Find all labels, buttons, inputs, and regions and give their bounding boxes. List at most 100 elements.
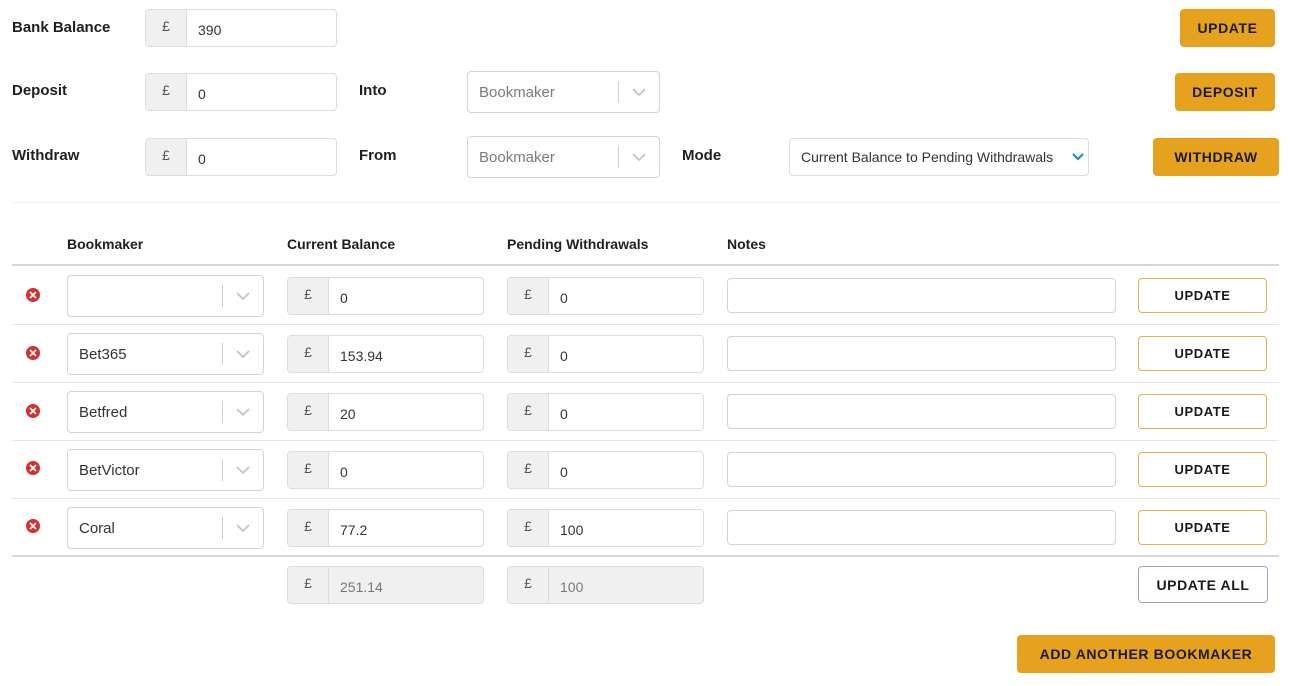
select-placeholder: Bookmaker: [479, 148, 555, 166]
row-current-balance-value[interactable]: 77.2: [329, 510, 483, 546]
currency-addon: £: [288, 336, 329, 372]
total-current-balance: £ 251.14: [287, 566, 484, 604]
row-current-balance-input[interactable]: £ 20: [287, 393, 484, 431]
chevron-down-icon[interactable]: [619, 152, 659, 162]
deposit-button[interactable]: DEPOSIT: [1175, 73, 1275, 111]
deposit-amount-value[interactable]: 0: [187, 74, 336, 110]
remove-circle-icon[interactable]: [26, 404, 40, 418]
currency-addon: £: [288, 452, 329, 488]
row-update-button[interactable]: UPDATE: [1138, 394, 1267, 429]
mode-selected-value: Current Balance to Pending Withdrawals: [801, 149, 1054, 165]
currency-addon: £: [508, 567, 549, 603]
row-pending-input[interactable]: £ 0: [507, 335, 704, 373]
remove-circle-icon[interactable]: [26, 346, 40, 360]
currency-addon: £: [508, 336, 549, 372]
currency-addon: £: [288, 567, 329, 603]
update-bank-button[interactable]: UPDATE: [1180, 9, 1275, 47]
row-divider: [12, 382, 1279, 383]
row-bookmaker-select[interactable]: Coral: [67, 507, 264, 549]
row-notes-input[interactable]: [727, 336, 1116, 371]
from-label: From: [359, 147, 397, 164]
withdraw-bookmaker-select[interactable]: Bookmaker: [467, 136, 660, 178]
row-current-balance-input[interactable]: £ 77.2: [287, 509, 484, 547]
col-header-pending-withdrawals: Pending Withdrawals: [507, 236, 649, 252]
chevron-down-icon[interactable]: [223, 523, 263, 533]
deposit-bookmaker-select[interactable]: Bookmaker: [467, 71, 660, 113]
currency-addon: £: [288, 394, 329, 430]
row-bookmaker-select[interactable]: BetVictor: [67, 449, 264, 491]
mode-label: Mode: [682, 147, 722, 164]
row-update-button[interactable]: UPDATE: [1138, 452, 1267, 487]
deposit-amount-input[interactable]: £ 0: [145, 73, 337, 111]
currency-addon: £: [288, 510, 329, 546]
row-bookmaker-select[interactable]: [67, 275, 264, 317]
row-bookmaker-value: BetVictor: [79, 461, 140, 479]
remove-circle-icon[interactable]: [26, 461, 40, 475]
row-bookmaker-select[interactable]: Bet365: [67, 333, 264, 375]
row-divider: [12, 440, 1279, 441]
row-notes-input[interactable]: [727, 452, 1116, 487]
row-current-balance-value[interactable]: 0: [329, 452, 483, 488]
row-current-balance-input[interactable]: £ 0: [287, 451, 484, 489]
withdraw-button[interactable]: WITHDRAW: [1153, 138, 1279, 176]
col-header-bookmaker: Bookmaker: [67, 236, 144, 252]
bank-balance-label: Bank Balance: [12, 19, 111, 36]
row-update-button[interactable]: UPDATE: [1138, 336, 1267, 371]
row-notes-input[interactable]: [727, 278, 1116, 313]
update-all-button[interactable]: UPDATE ALL: [1138, 566, 1268, 603]
header-divider: [12, 264, 1279, 266]
withdraw-amount-input[interactable]: £ 0: [145, 138, 337, 176]
withdraw-amount-value[interactable]: 0: [187, 139, 336, 175]
chevron-down-icon[interactable]: [223, 349, 263, 359]
chevron-down-icon[interactable]: [223, 465, 263, 475]
chevron-down-icon[interactable]: [619, 87, 659, 97]
col-header-notes: Notes: [727, 236, 766, 252]
currency-addon: £: [508, 278, 549, 314]
row-current-balance-input[interactable]: £ 0: [287, 277, 484, 315]
row-update-button[interactable]: UPDATE: [1138, 278, 1267, 313]
chevron-down-icon[interactable]: [223, 291, 263, 301]
row-pending-value[interactable]: 100: [549, 510, 703, 546]
row-pending-input[interactable]: £ 100: [507, 509, 704, 547]
deposit-label: Deposit: [12, 82, 68, 99]
total-current-balance-value: 251.14: [340, 578, 383, 595]
row-bookmaker-value: Betfred: [79, 403, 128, 421]
col-header-current-balance: Current Balance: [287, 236, 396, 252]
row-notes-input[interactable]: [727, 510, 1116, 545]
row-bookmaker-value: Bet365: [79, 345, 127, 363]
row-pending-input[interactable]: £ 0: [507, 393, 704, 431]
withdraw-label: Withdraw: [12, 147, 80, 164]
row-pending-input[interactable]: £ 0: [507, 451, 704, 489]
row-update-button[interactable]: UPDATE: [1138, 510, 1267, 545]
row-notes-input[interactable]: [727, 394, 1116, 429]
currency-addon: £: [146, 10, 187, 46]
row-current-balance-value[interactable]: 0: [329, 278, 483, 314]
currency-addon: £: [508, 510, 549, 546]
currency-addon: £: [146, 139, 187, 175]
row-divider: [12, 324, 1279, 325]
section-divider: [12, 202, 1279, 203]
totals-divider: [12, 555, 1279, 557]
row-pending-input[interactable]: £ 0: [507, 277, 704, 315]
row-current-balance-value[interactable]: 20: [329, 394, 483, 430]
row-bookmaker-value: Coral: [79, 519, 115, 537]
remove-circle-icon[interactable]: [26, 519, 40, 533]
total-pending: £ 100: [507, 566, 704, 604]
row-current-balance-input[interactable]: £ 153.94: [287, 335, 484, 373]
mode-select[interactable]: Current Balance to Pending Withdrawals: [789, 138, 1089, 176]
remove-circle-icon[interactable]: [26, 288, 40, 302]
into-label: Into: [359, 82, 387, 99]
currency-addon: £: [288, 278, 329, 314]
row-pending-value[interactable]: 0: [549, 394, 703, 430]
chevron-down-icon[interactable]: [223, 407, 263, 417]
row-current-balance-value[interactable]: 153.94: [329, 336, 483, 372]
chevron-down-icon[interactable]: [1072, 153, 1084, 161]
row-pending-value[interactable]: 0: [549, 278, 703, 314]
bank-balance-input[interactable]: £ 390: [145, 9, 337, 47]
row-pending-value[interactable]: 0: [549, 336, 703, 372]
add-another-bookmaker-button[interactable]: ADD ANOTHER BOOKMAKER: [1017, 635, 1275, 673]
row-pending-value[interactable]: 0: [549, 452, 703, 488]
bank-balance-value[interactable]: 390: [187, 10, 336, 46]
row-divider: [12, 498, 1279, 499]
row-bookmaker-select[interactable]: Betfred: [67, 391, 264, 433]
